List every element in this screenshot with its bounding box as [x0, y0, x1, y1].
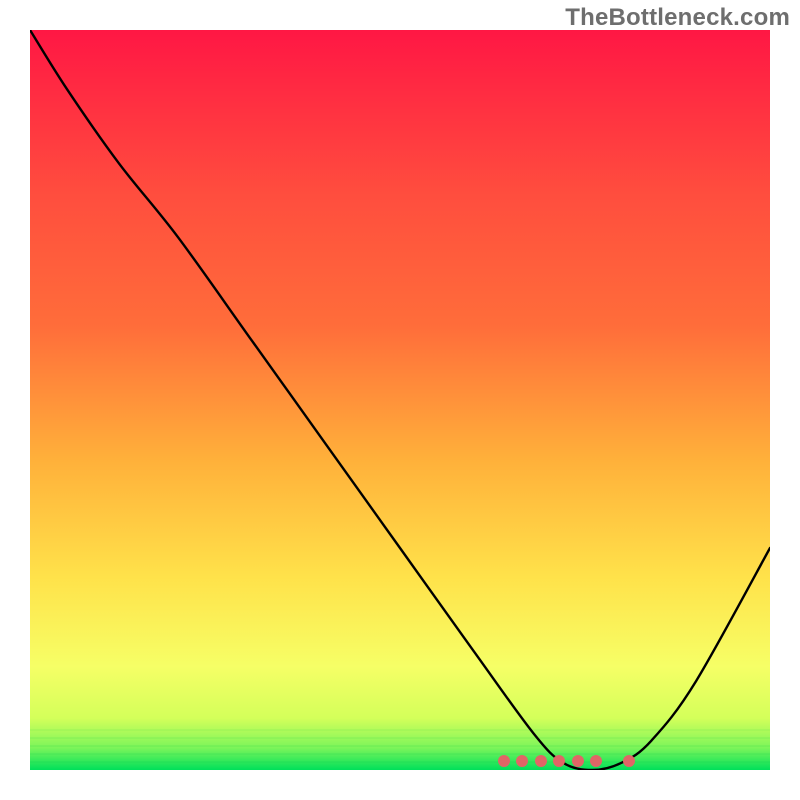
gradient-background	[30, 30, 770, 770]
watermark-text: TheBottleneck.com	[565, 4, 790, 32]
chart-svg	[30, 30, 770, 770]
chart-plot-area	[30, 30, 770, 770]
